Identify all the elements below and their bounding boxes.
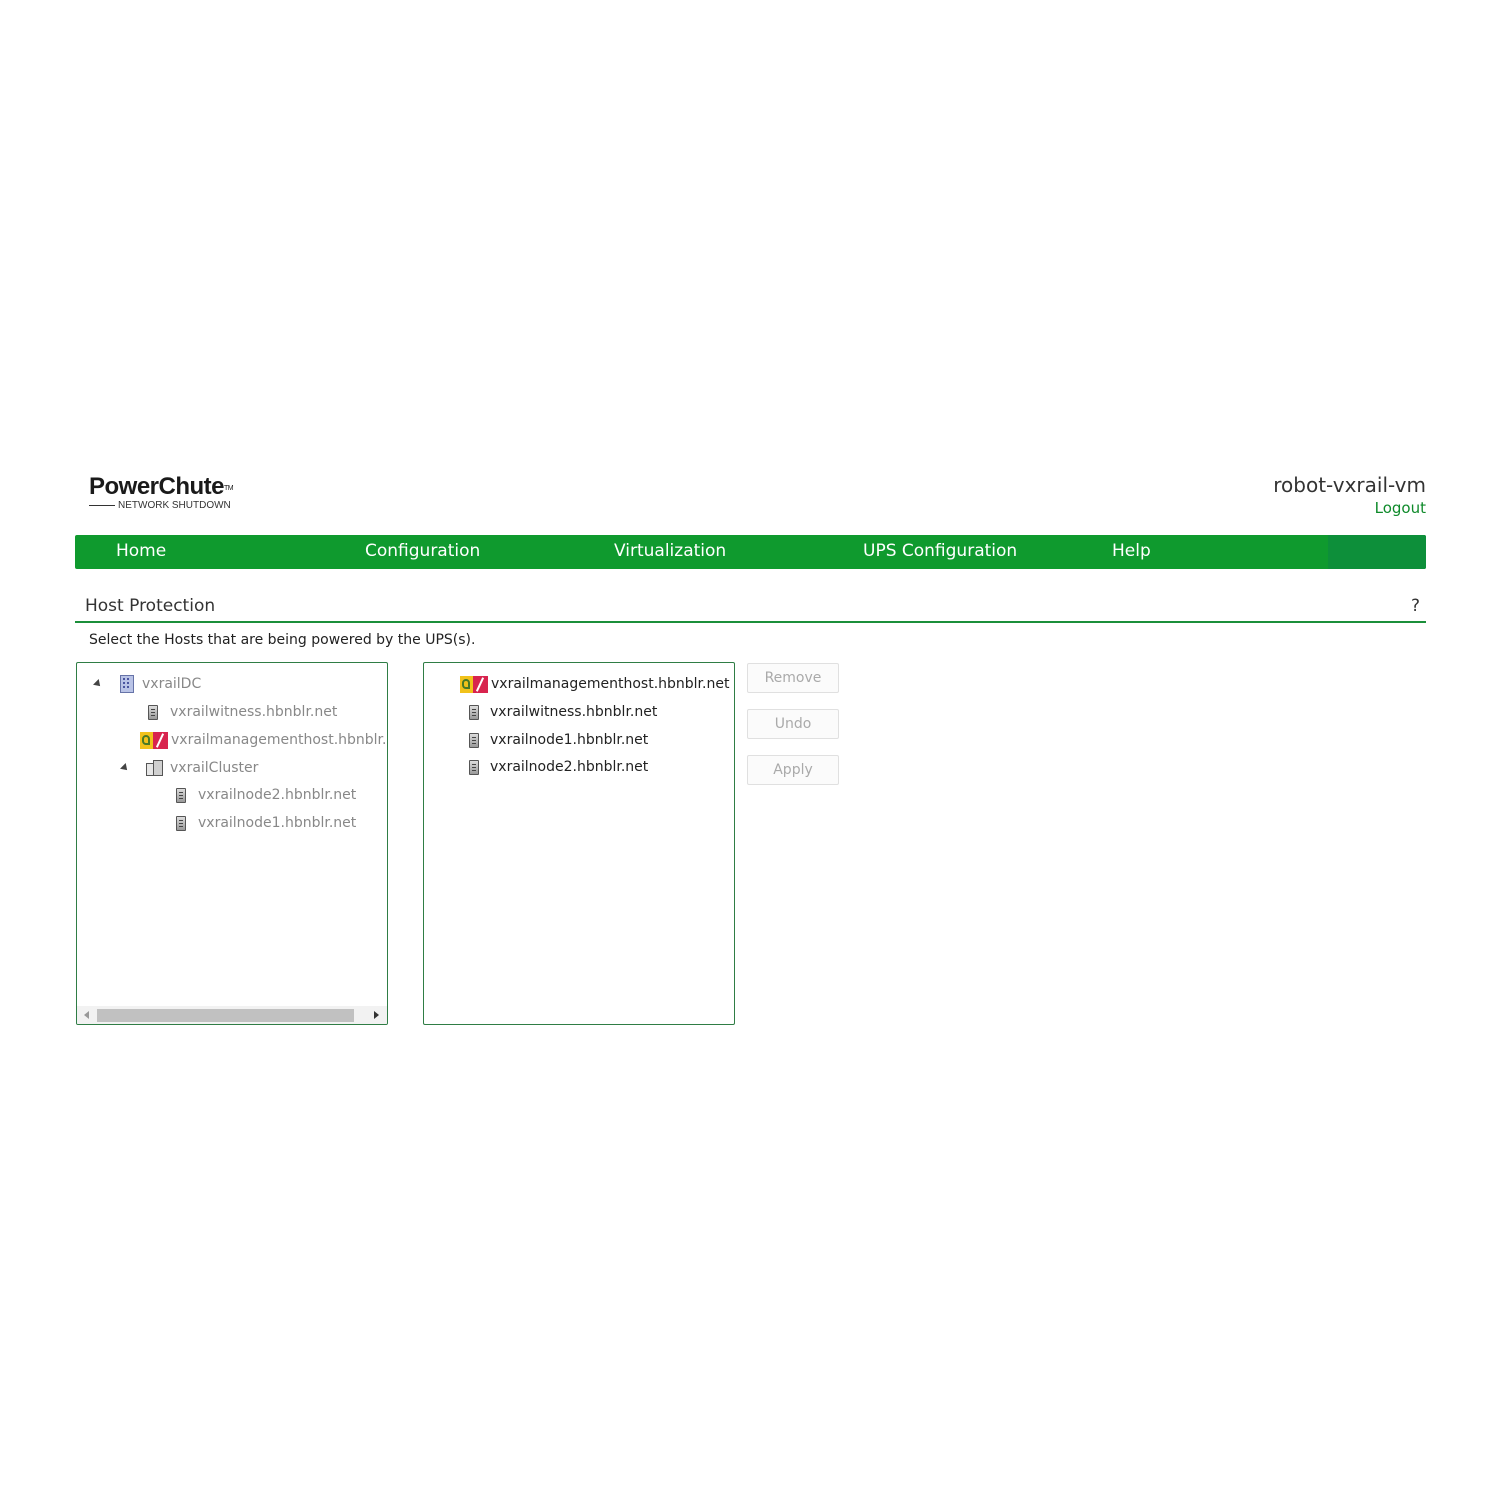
- nav-end-block: [1328, 535, 1426, 569]
- undo-button[interactable]: Undo: [747, 709, 839, 739]
- logout-link[interactable]: Logout: [1375, 499, 1426, 517]
- nav-ups-configuration[interactable]: UPS Configuration: [863, 535, 1017, 569]
- tree-item-host[interactable]: vxrailwitness.hbnblr.net: [148, 700, 337, 724]
- scrollbar-thumb[interactable]: [97, 1009, 354, 1022]
- expand-caret-icon[interactable]: [120, 763, 130, 773]
- tree-item-label: vxrailnode1.hbnblr.net: [198, 815, 357, 831]
- vm-host-icon: [460, 675, 488, 693]
- tree-item-label: vxrailmanagementhost.hbnblr.net: [171, 732, 388, 748]
- remove-button[interactable]: Remove: [747, 663, 839, 693]
- server-icon: [176, 787, 186, 803]
- horizontal-scrollbar[interactable]: [77, 1006, 387, 1024]
- scroll-right-arrow-icon[interactable]: [374, 1011, 379, 1019]
- list-item-label: vxrailmanagementhost.hbnblr.net: [491, 676, 730, 692]
- hostname: robot-vxrail-vm: [1273, 473, 1426, 497]
- page-title: Host Protection: [85, 596, 216, 616]
- tree-item-label: vxrailnode2.hbnblr.net: [198, 787, 357, 803]
- list-item-label: vxrailnode1.hbnblr.net: [490, 732, 649, 748]
- tree-item-host[interactable]: vxrailnode2.hbnblr.net: [176, 783, 356, 807]
- nav-help[interactable]: Help: [1112, 535, 1151, 569]
- tree-item-label: vxrailDC: [142, 676, 202, 692]
- server-icon: [469, 732, 479, 748]
- logo-title: PowerChute: [89, 473, 225, 500]
- nav-virtualization[interactable]: Virtualization: [614, 535, 726, 569]
- nav-home[interactable]: Home: [116, 535, 166, 569]
- list-item[interactable]: vxrailnode2.hbnblr.net: [469, 755, 648, 779]
- tree-item-label: vxrailwitness.hbnblr.net: [170, 704, 338, 720]
- expand-caret-icon[interactable]: [93, 679, 103, 689]
- cluster-icon: [146, 760, 164, 776]
- title-divider: [75, 621, 1426, 623]
- scroll-left-arrow-icon[interactable]: [84, 1011, 89, 1019]
- nav-configuration[interactable]: Configuration: [365, 535, 480, 569]
- list-item[interactable]: vxrailmanagementhost.hbnblr.net: [460, 672, 729, 696]
- list-item-label: vxrailwitness.hbnblr.net: [490, 704, 658, 720]
- server-icon: [469, 704, 479, 720]
- main-nav: Home Configuration Virtualization UPS Co…: [75, 535, 1426, 569]
- instruction-text: Select the Hosts that are being powered …: [89, 632, 476, 648]
- vm-host-icon: [140, 731, 168, 749]
- tree-item-host[interactable]: vxrailmanagementhost.hbnblr.net: [140, 728, 388, 752]
- tree-item-cluster[interactable]: vxrailCluster: [146, 756, 258, 780]
- server-icon: [176, 815, 186, 831]
- tree-item-datacenter[interactable]: vxrailDC: [118, 672, 201, 696]
- selected-hosts-list[interactable]: vxrailmanagementhost.hbnblr.net vxrailwi…: [423, 662, 735, 1025]
- logo-dash: [89, 505, 115, 506]
- server-icon: [469, 759, 479, 775]
- list-item[interactable]: vxrailwitness.hbnblr.net: [469, 700, 657, 724]
- server-icon: [148, 704, 158, 720]
- apply-button[interactable]: Apply: [747, 755, 839, 785]
- available-hosts-tree[interactable]: vxrailDC vxrailwitness.hbnblr.net vxrail…: [76, 662, 388, 1025]
- list-item-label: vxrailnode2.hbnblr.net: [490, 759, 649, 775]
- logo-trademark: TM: [224, 485, 234, 492]
- powerchute-logo: PowerChuteTM NETWORK SHUTDOWN: [89, 474, 259, 514]
- tree-item-host[interactable]: vxrailnode1.hbnblr.net: [176, 811, 356, 835]
- datacenter-icon: [118, 675, 136, 693]
- logo-subtitle: NETWORK SHUTDOWN: [118, 500, 231, 511]
- list-item[interactable]: vxrailnode1.hbnblr.net: [469, 728, 648, 752]
- tree-item-label: vxrailCluster: [170, 760, 259, 776]
- help-question-icon[interactable]: ?: [1411, 596, 1420, 616]
